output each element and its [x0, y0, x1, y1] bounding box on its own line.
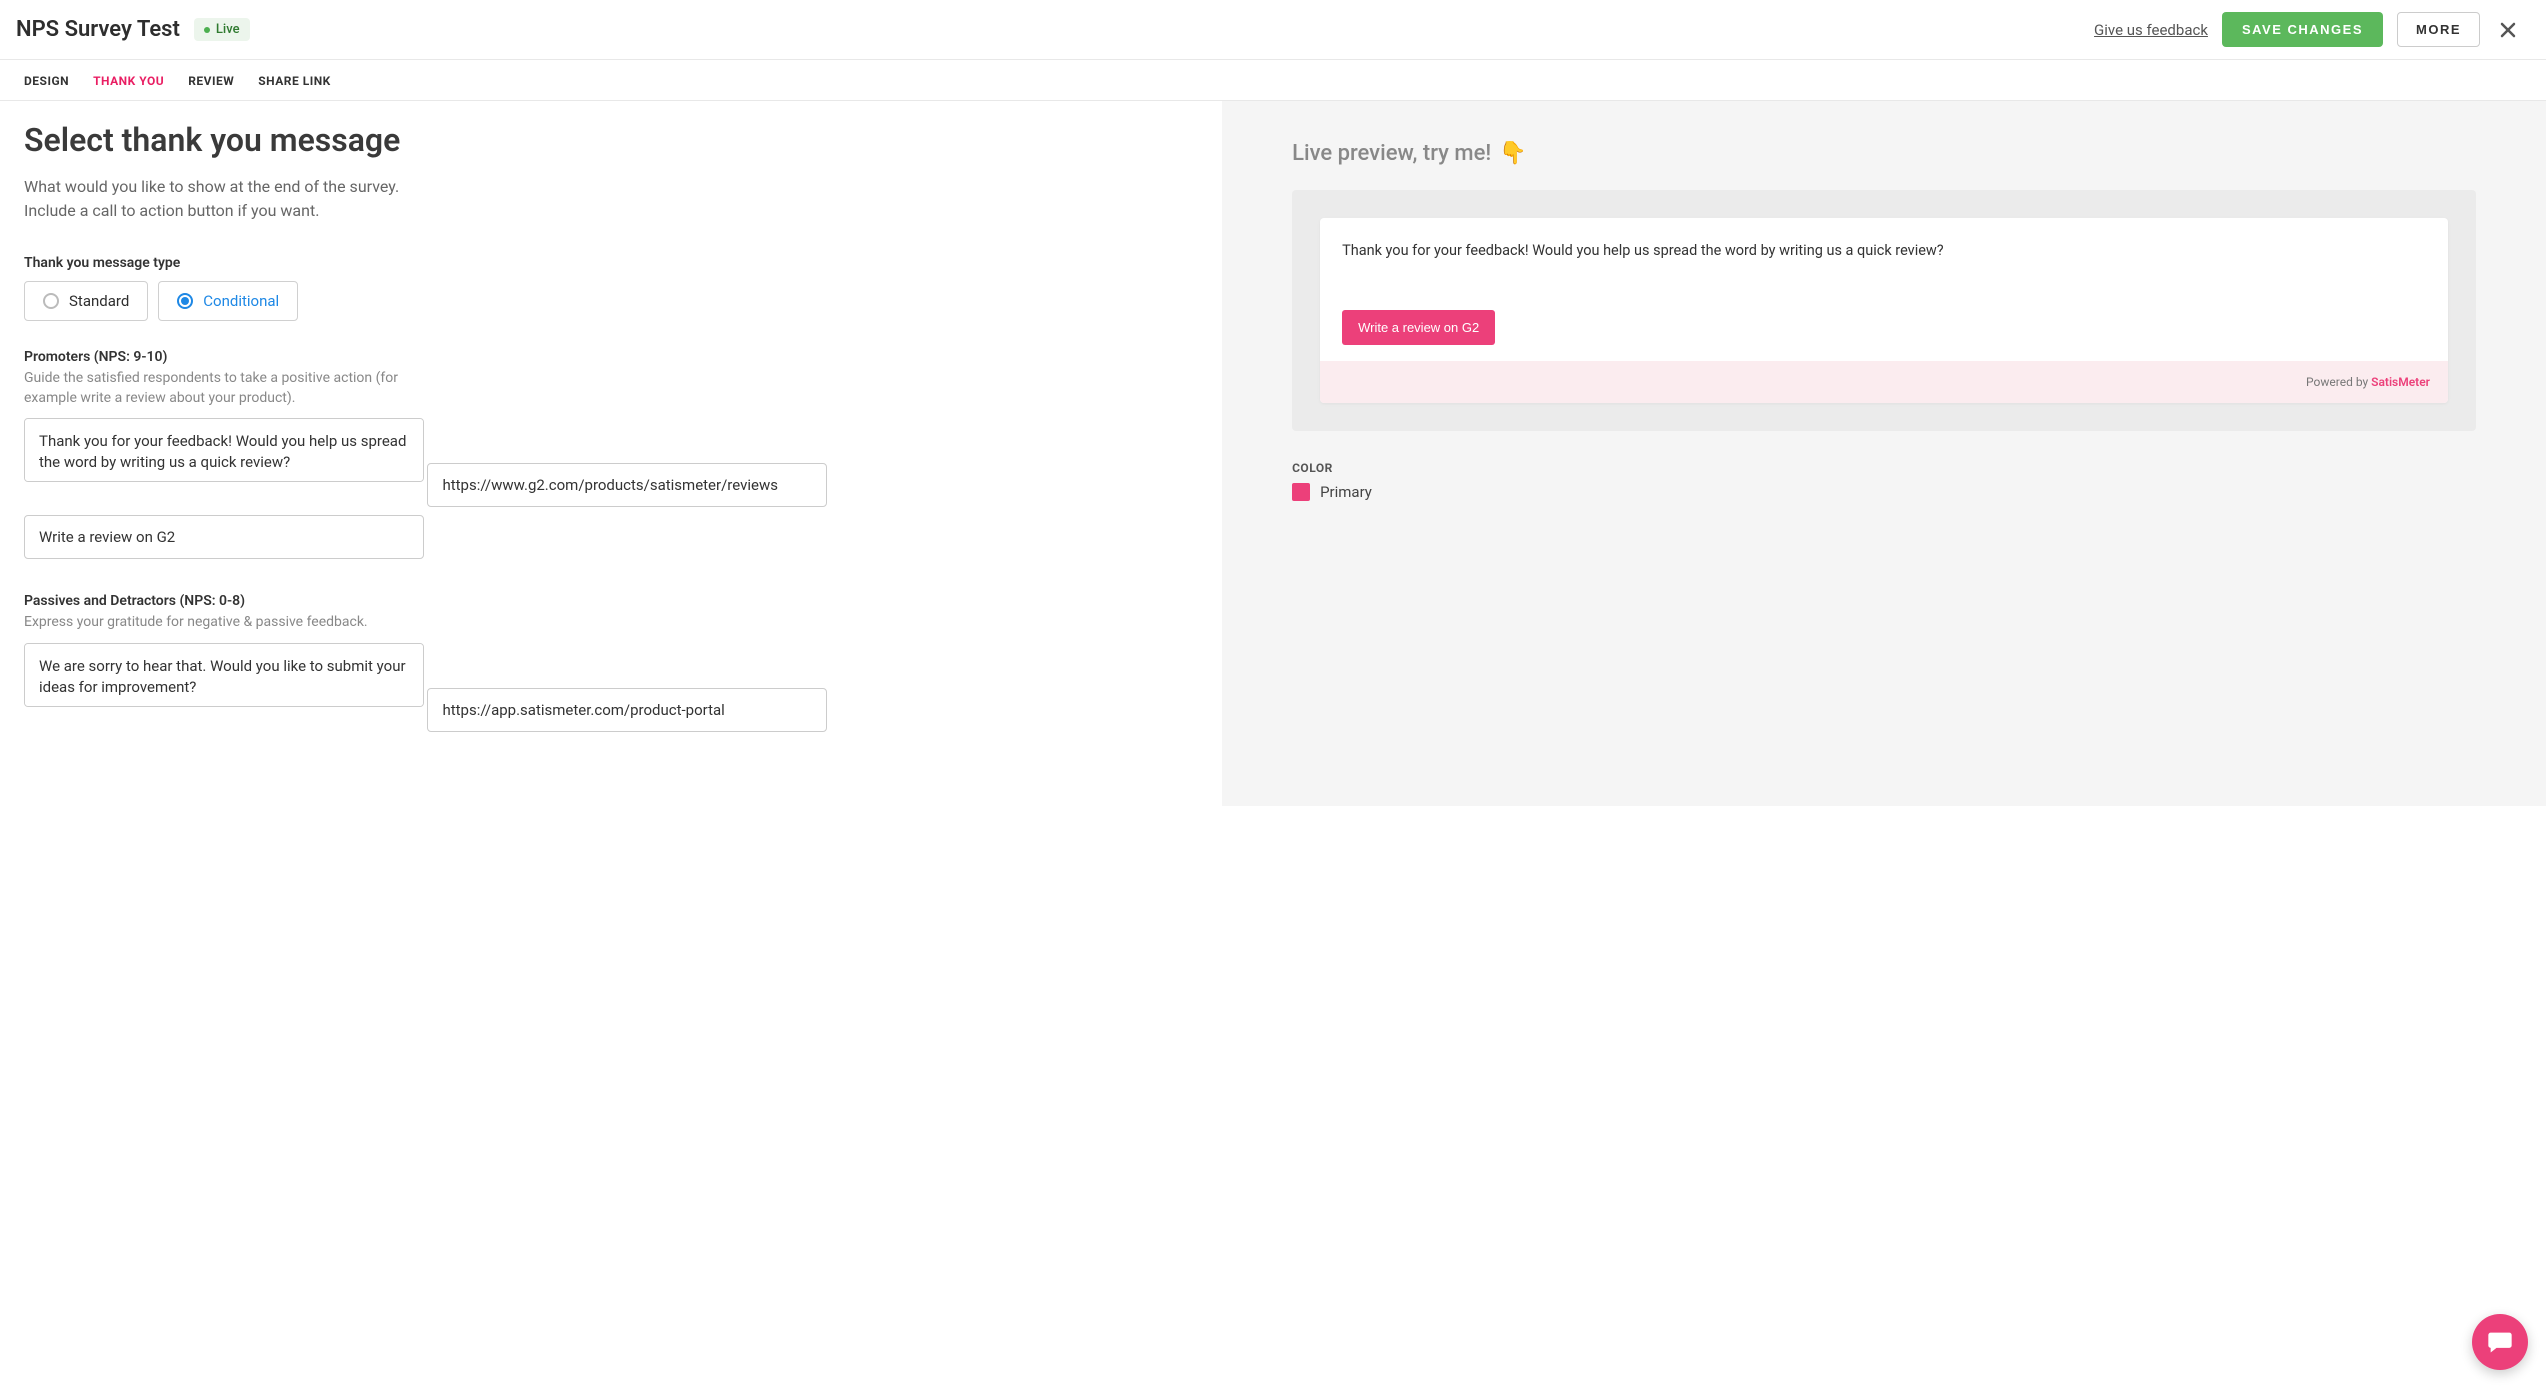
passives-help: Express your gratitude for negative & pa… [24, 613, 444, 633]
tab-design[interactable]: DESIGN [24, 74, 69, 88]
page-title: Select thank you message [24, 121, 1198, 159]
promoters-title: Promoters (NPS: 9-10) [24, 349, 1198, 365]
status-badge: Live [194, 18, 250, 41]
status-label: Live [216, 22, 240, 37]
color-swatch-icon [1292, 483, 1310, 501]
pointing-down-icon: 👇 [1499, 141, 1526, 166]
preview-widget[interactable]: Thank you for your feedback! Would you h… [1320, 218, 2448, 403]
radio-circle-icon [177, 293, 193, 309]
powered-by-brand[interactable]: SatisMeter [2371, 375, 2430, 389]
radio-standard-label: Standard [69, 292, 129, 310]
chat-fab[interactable] [2472, 1314, 2528, 1370]
passives-message-input[interactable] [24, 643, 424, 707]
color-name: Primary [1320, 483, 1372, 501]
preview-heading: Live preview, try me! 👇 [1292, 141, 2476, 166]
close-icon[interactable] [2494, 16, 2522, 44]
color-section-label: COLOR [1292, 461, 2476, 475]
powered-by-prefix: Powered by [2306, 375, 2371, 389]
message-type-label: Thank you message type [24, 255, 1198, 271]
status-dot-icon [204, 27, 210, 33]
tab-share-link[interactable]: SHARE LINK [258, 74, 331, 88]
promoters-url-input[interactable] [427, 463, 827, 507]
preview-card: Thank you for your feedback! Would you h… [1292, 190, 2476, 431]
promoters-help: Guide the satisfied respondents to take … [24, 369, 444, 408]
feedback-link[interactable]: Give us feedback [2094, 21, 2208, 39]
save-button[interactable]: SAVE CHANGES [2222, 12, 2383, 47]
tab-bar: DESIGN THANK YOU REVIEW SHARE LINK [0, 60, 2546, 101]
preview-footer: Powered by SatisMeter [1320, 361, 2448, 403]
page-description: What would you like to show at the end o… [24, 175, 444, 223]
survey-title: NPS Survey Test [16, 17, 180, 42]
radio-conditional-label: Conditional [203, 292, 279, 310]
color-picker[interactable]: Primary [1292, 483, 2476, 501]
promoters-message-input[interactable] [24, 418, 424, 482]
radio-conditional[interactable]: Conditional [158, 281, 298, 321]
passives-title: Passives and Detractors (NPS: 0-8) [24, 593, 1198, 609]
tab-thank-you[interactable]: THANK YOU [93, 74, 164, 88]
tab-review[interactable]: REVIEW [188, 74, 234, 88]
passives-url-input[interactable] [427, 688, 827, 732]
chat-icon [2486, 1328, 2514, 1356]
promoters-button-text-input[interactable] [24, 515, 424, 559]
radio-circle-icon [43, 293, 59, 309]
preview-message: Thank you for your feedback! Would you h… [1342, 240, 2426, 262]
preview-heading-text: Live preview, try me! [1292, 141, 1491, 166]
radio-standard[interactable]: Standard [24, 281, 148, 321]
more-button[interactable]: MORE [2397, 12, 2480, 47]
preview-cta-button[interactable]: Write a review on G2 [1342, 310, 1495, 345]
